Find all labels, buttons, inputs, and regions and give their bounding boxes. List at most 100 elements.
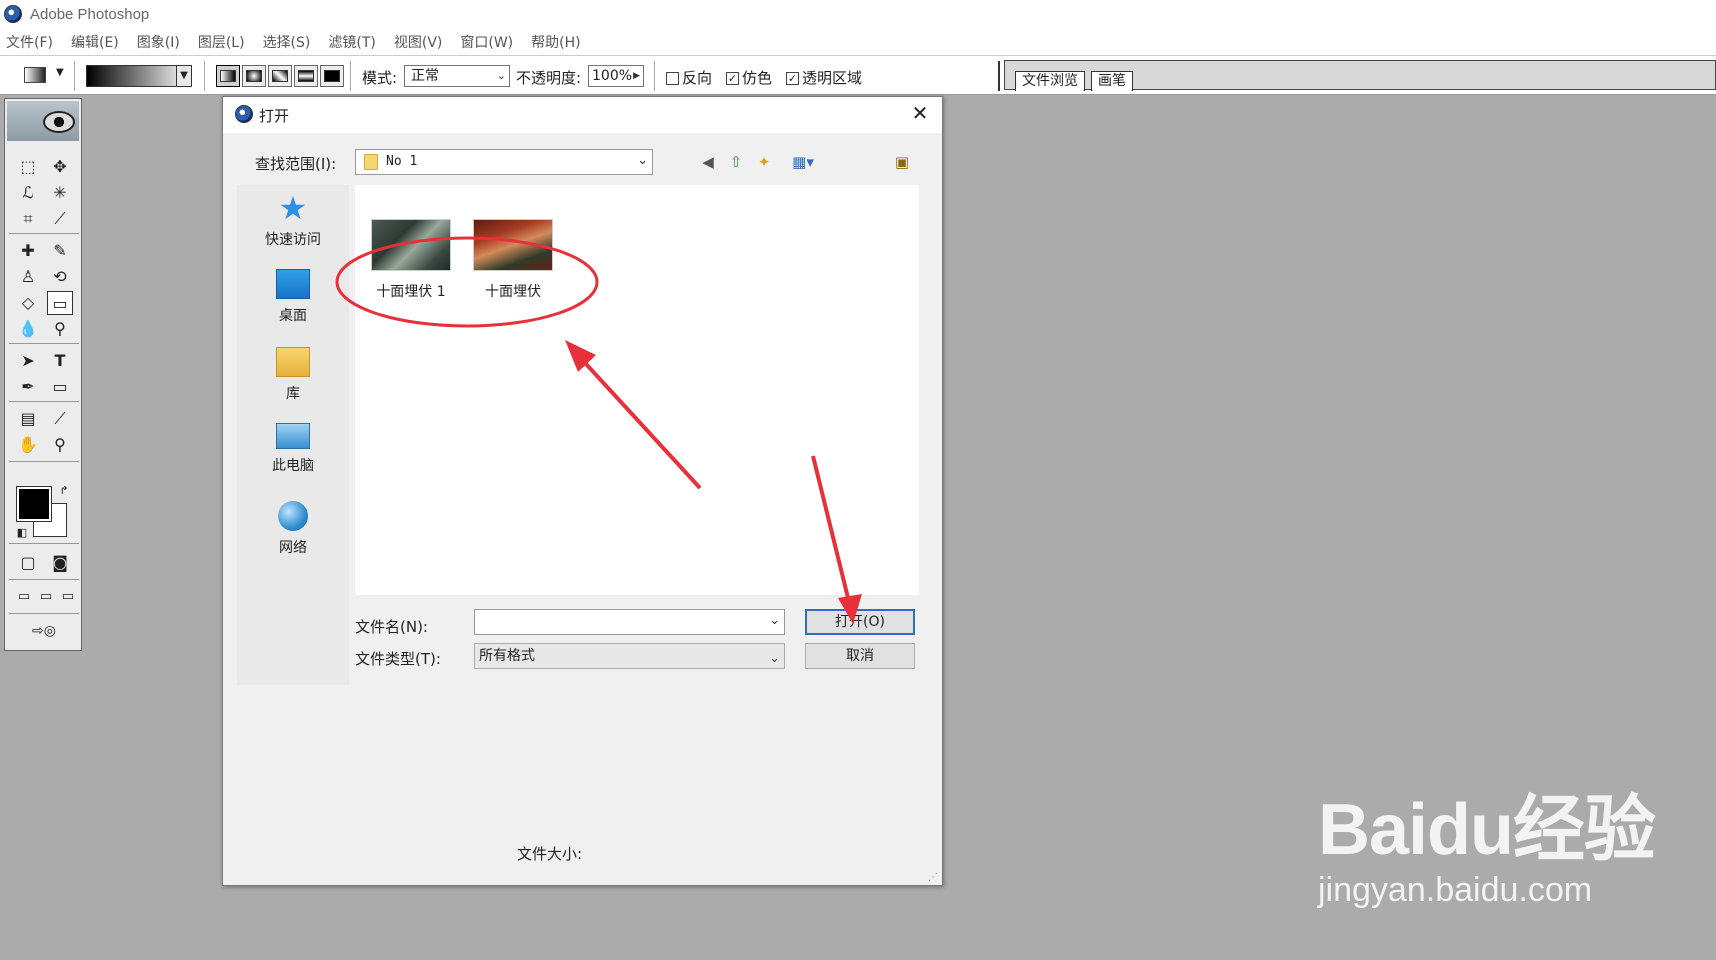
reflected-gradient-icon[interactable] <box>294 65 318 87</box>
play-arrow-icon[interactable]: ▶ <box>633 66 640 86</box>
jump-to-imageready-icon[interactable]: ⇨◎ <box>13 619 75 643</box>
divider <box>9 343 79 344</box>
place-label: 网络 <box>279 540 307 556</box>
divider <box>9 401 79 402</box>
menu-help[interactable]: 帮助(H) <box>531 32 580 52</box>
menu-filter[interactable]: 滤镜(T) <box>328 32 375 52</box>
tab-brushes[interactable]: 画笔 <box>1091 71 1133 91</box>
resize-grip-icon[interactable]: ⋰ <box>928 872 938 883</box>
linear-gradient-icon[interactable] <box>216 65 240 87</box>
tab-file-browser[interactable]: 文件浏览 <box>1015 71 1085 91</box>
menu-layer[interactable]: 图层(L) <box>198 32 245 52</box>
zoom-tool-icon[interactable]: ⚲ <box>47 433 73 457</box>
dialog-title: 打开 <box>259 107 290 125</box>
path-select-icon[interactable]: ➤ <box>15 349 41 373</box>
file-item[interactable]: 十面埋伏 <box>465 219 561 301</box>
opacity-label: 不透明度: <box>516 69 582 87</box>
opacity-input[interactable]: 100% ▶ <box>588 65 644 87</box>
filename-input[interactable]: ⌄ <box>474 609 785 635</box>
tool-preset-picker[interactable] <box>24 67 46 83</box>
menu-edit[interactable]: 编辑(E) <box>71 32 119 52</box>
shape-tool-icon[interactable]: ▭ <box>47 375 73 399</box>
magic-wand-icon[interactable]: ✳ <box>47 181 73 205</box>
palette-well: 文件浏览 画笔 <box>1004 60 1716 91</box>
foreground-color-swatch[interactable] <box>16 486 52 522</box>
transparency-option[interactable]: ✓ 透明区域 <box>786 67 862 88</box>
dither-option[interactable]: ✓ 仿色 <box>726 67 772 88</box>
history-brush-icon[interactable]: ⟲ <box>47 265 73 289</box>
pen-tool-icon[interactable]: ✒ <box>15 375 41 399</box>
healing-brush-icon[interactable]: ✚ <box>15 239 41 263</box>
chevron-down-icon[interactable]: ⌄ <box>769 613 780 628</box>
reverse-option[interactable]: 反向 <box>666 67 712 88</box>
screen-mode-full-icon[interactable]: ▭ <box>55 585 81 609</box>
menu-view[interactable]: 视图(V) <box>394 32 443 52</box>
up-folder-icon[interactable]: ⇧ <box>725 151 747 173</box>
app-title: Adobe Photoshop <box>30 5 150 23</box>
hand-tool-icon[interactable]: ✋ <box>15 433 41 457</box>
swap-colors-icon[interactable]: ↱ <box>51 479 77 503</box>
marquee-tool-icon[interactable]: ⬚ <box>15 155 41 179</box>
place-this-pc[interactable]: 此电脑 <box>237 423 349 475</box>
file-thumbnail <box>473 219 553 271</box>
transparency-checkbox[interactable]: ✓ <box>786 72 799 85</box>
dither-checkbox[interactable]: ✓ <box>726 72 739 85</box>
file-item[interactable]: 十面埋伏 1 <box>363 219 459 301</box>
options-bar: ▼ ▼ 模式: 正常 ⌄ 不透明度: 100% ▶ 反向 ✓ 仿色 ✓ 透明区域 文… <box>0 55 1716 95</box>
place-quick-access[interactable]: ★ 快速访问 <box>237 192 349 249</box>
quick-mask-icon[interactable]: ◙ <box>47 551 73 575</box>
gradient-tool-icon[interactable]: ▭ <box>47 291 73 315</box>
photoshop-logo-icon <box>235 105 253 123</box>
menu-file[interactable]: 文件(F) <box>6 32 53 52</box>
lookin-combo[interactable]: No 1 ⌄ <box>355 149 653 175</box>
menu-select[interactable]: 选择(S) <box>263 32 311 52</box>
reverse-label: 反向 <box>682 69 713 87</box>
notes-tool-icon[interactable]: ▤ <box>15 407 41 431</box>
place-desktop[interactable]: 桌面 <box>237 269 349 325</box>
gradient-dropdown-icon[interactable]: ▼ <box>176 65 192 87</box>
dialog-title-bar: 打开 ✕ <box>223 97 942 133</box>
eyedropper-icon[interactable]: ⟋ <box>47 407 73 431</box>
angle-gradient-icon[interactable] <box>268 65 292 87</box>
reverse-checkbox[interactable] <box>666 72 679 85</box>
crop-tool-icon[interactable]: ⌗ <box>15 207 41 231</box>
place-label: 库 <box>286 386 300 402</box>
back-icon[interactable]: ◀ <box>697 151 719 173</box>
place-library[interactable]: 库 <box>237 347 349 403</box>
eraser-tool-icon[interactable]: ◇ <box>15 291 41 315</box>
place-network[interactable]: 网络 <box>237 501 349 557</box>
new-folder-icon[interactable]: ✦ <box>753 151 775 173</box>
menu-window[interactable]: 窗口(W) <box>460 32 513 52</box>
file-thumbnail <box>371 219 451 271</box>
chevron-down-icon[interactable]: ▼ <box>56 67 64 78</box>
close-icon[interactable]: ✕ <box>908 101 932 125</box>
type-tool-icon[interactable]: T <box>47 349 73 373</box>
mode-select[interactable]: 正常 ⌄ <box>404 65 510 87</box>
radial-gradient-icon[interactable] <box>242 65 266 87</box>
open-button[interactable]: 打开(O) <box>805 609 915 635</box>
view-menu-icon[interactable]: ▦▾ <box>787 151 819 173</box>
move-tool-icon[interactable]: ✥ <box>47 155 73 179</box>
standard-mode-icon[interactable]: ▢ <box>15 551 41 575</box>
filetype-select[interactable]: 所有格式 ⌄ <box>474 643 785 669</box>
folder-star-icon[interactable]: ▣ <box>891 151 913 173</box>
chevron-down-icon: ⌄ <box>769 651 780 666</box>
brush-tool-icon[interactable]: ✎ <box>47 239 73 263</box>
default-colors-icon[interactable]: ◧ <box>9 521 35 545</box>
toolbox: ⬚ ✥ ℒ ✳ ⌗ ⟋ ✚ ✎ ♙ ⟲ ◇ ▭ 💧 ⚲ ➤ T ✒ ▭ ▤ ⟋ … <box>4 98 82 651</box>
cancel-button[interactable]: 取消 <box>805 643 915 669</box>
slice-tool-icon[interactable]: ⟋ <box>47 207 73 231</box>
eye-logo-icon[interactable] <box>43 111 75 133</box>
baidu-watermark: Baidu经验 jingyan.baidu.com <box>1318 770 1656 910</box>
divider <box>998 61 1000 91</box>
lookin-value: No 1 <box>386 154 418 169</box>
file-list[interactable]: 十面埋伏 1 十面埋伏 <box>355 185 919 595</box>
menu-image[interactable]: 图象(I) <box>137 32 180 52</box>
lasso-tool-icon[interactable]: ℒ <box>15 181 41 205</box>
stamp-tool-icon[interactable]: ♙ <box>15 265 41 289</box>
mode-label: 模式: <box>362 69 398 87</box>
dodge-tool-icon[interactable]: ⚲ <box>47 317 73 341</box>
diamond-gradient-icon[interactable] <box>320 65 344 87</box>
blur-tool-icon[interactable]: 💧 <box>15 317 41 341</box>
desktop-icon <box>276 269 310 299</box>
